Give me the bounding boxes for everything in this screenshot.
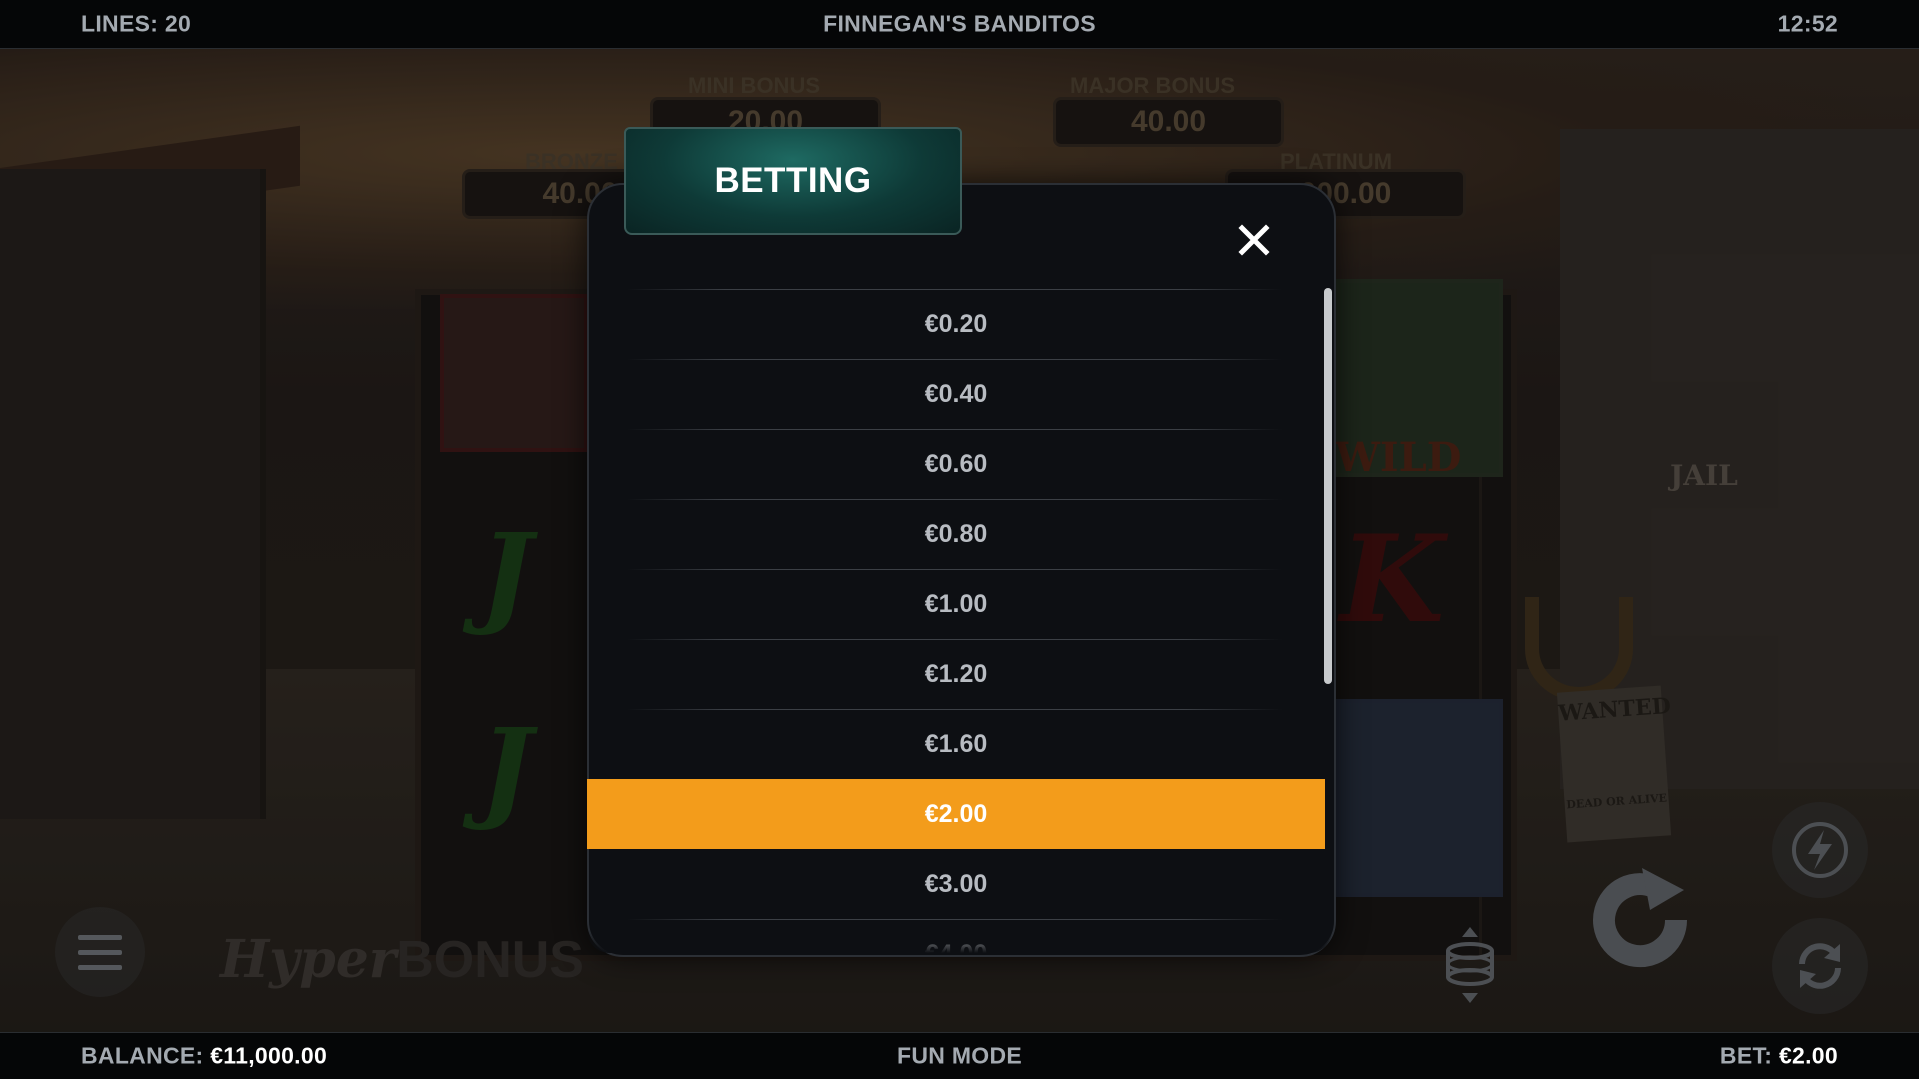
coin-stack-icon [1446, 927, 1494, 1003]
spin-button[interactable] [1580, 860, 1700, 980]
bet-option[interactable]: €1.00 [587, 570, 1325, 638]
bet-options-list[interactable]: €0.20 €0.40 €0.60 €0.80 €1.00 €1.20 €1.6… [587, 288, 1327, 953]
list-fade [587, 930, 1332, 953]
balance-label: BALANCE: [81, 1042, 204, 1069]
top-bar: LINES: 20 FINNEGAN'S BANDITOS 12:52 [0, 0, 1919, 49]
bet-button[interactable] [1430, 920, 1510, 1010]
autoplay-button[interactable] [1772, 918, 1868, 1014]
autoplay-icon [1799, 943, 1841, 989]
bet-option[interactable]: €0.20 [587, 290, 1325, 358]
bet-option[interactable]: €3.00 [587, 850, 1325, 918]
game-title: FINNEGAN'S BANDITOS [823, 10, 1096, 37]
bet-option[interactable]: €0.40 [587, 360, 1325, 428]
bottom-bar: BALANCE: €11,000.00 FUN MODE BET: €2.00 [0, 1032, 1919, 1079]
bet-option[interactable]: €1.60 [587, 710, 1325, 778]
close-button[interactable] [1229, 215, 1279, 265]
balance-indicator: BALANCE: €11,000.00 [81, 1043, 327, 1070]
turbo-button[interactable] [1772, 802, 1868, 898]
clock: 12:52 [1777, 10, 1838, 37]
bet-value: €2.00 [1778, 1042, 1838, 1069]
bet-option[interactable]: €0.60 [587, 430, 1325, 498]
scrollbar[interactable] [1324, 288, 1332, 684]
menu-button[interactable] [55, 907, 145, 997]
mode-indicator: FUN MODE [896, 1042, 1023, 1069]
betting-modal-header: BETTING [624, 127, 962, 235]
menu-icon [78, 934, 122, 940]
lines-indicator: LINES: 20 [81, 10, 192, 37]
betting-modal-title: BETTING [714, 161, 872, 200]
lightning-icon [1792, 822, 1848, 878]
spin-icon [1593, 868, 1688, 968]
bet-indicator: BET: €2.00 [1720, 1043, 1838, 1070]
bet-label: BET: [1719, 1042, 1773, 1069]
balance-value: €11,000.00 [210, 1042, 328, 1069]
bet-option[interactable]: €1.20 [587, 640, 1325, 708]
bet-option[interactable]: €0.80 [587, 500, 1325, 568]
bet-option-selected[interactable]: €2.00 [587, 779, 1325, 849]
close-icon [1238, 224, 1270, 256]
